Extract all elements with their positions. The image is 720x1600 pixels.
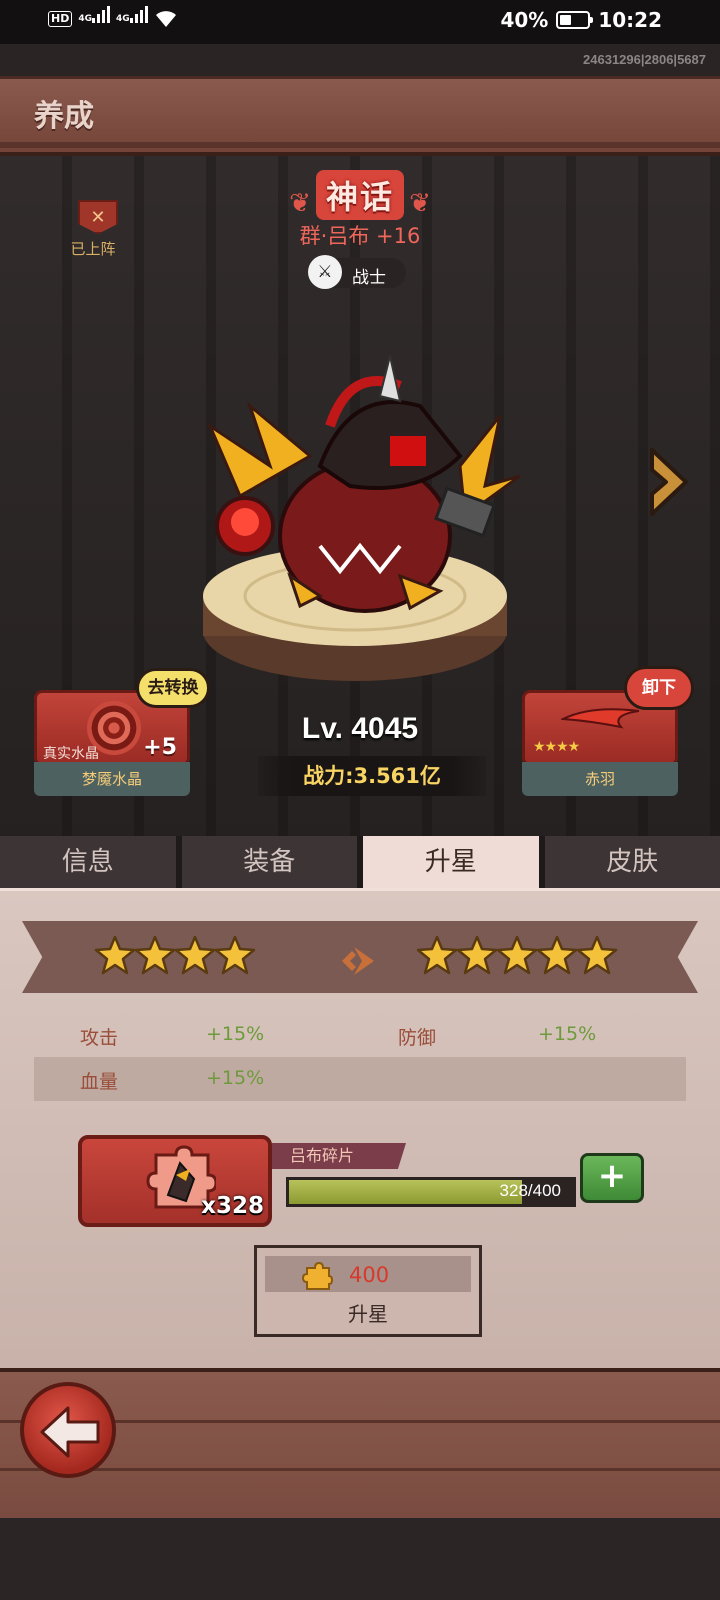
rarity-label: 神话 bbox=[315, 170, 404, 220]
battery-percent: 40% bbox=[500, 8, 549, 32]
stat-hp-label: 血量 bbox=[80, 1071, 119, 1093]
stat-row: 攻击 +15% 防御 +15% bbox=[34, 1013, 686, 1057]
hero-shard-card[interactable]: x328 bbox=[78, 1135, 272, 1227]
unequip-button[interactable]: 卸下 bbox=[624, 666, 694, 710]
hero-name: 群·吕布 +16 bbox=[299, 224, 421, 248]
hero-class-badge: ⚔ 战士 bbox=[308, 255, 406, 289]
star-up-panel: 攻击 +15% 防御 +15% 血量 +15% x328 吕布碎片 328/40… bbox=[0, 888, 720, 1368]
crystal-name: 梦魇水晶 bbox=[34, 762, 190, 796]
arrow-right-icon bbox=[342, 947, 374, 975]
stat-hp-value: +15% bbox=[206, 1067, 265, 1089]
stat-attack-value: +15% bbox=[206, 1023, 265, 1045]
status-bar: HD 4G 4G 40% 10:22 bbox=[0, 0, 720, 44]
gold-star-icon bbox=[576, 935, 618, 975]
shard-currency-icon bbox=[301, 1261, 333, 1290]
signal-bars-icon bbox=[92, 6, 110, 23]
shard-progress-fill bbox=[289, 1180, 522, 1204]
gold-star-icon bbox=[134, 935, 176, 975]
stat-row: 血量 +15% bbox=[34, 1057, 686, 1101]
tab-skin[interactable]: 皮肤 bbox=[544, 836, 720, 888]
next-stars bbox=[416, 935, 618, 975]
gold-star-icon bbox=[416, 935, 458, 975]
convert-button[interactable]: 去转换 bbox=[136, 668, 210, 708]
signal-indicator-2: 4G bbox=[116, 6, 148, 24]
rarity-banner: ❦ 神话 ❦ bbox=[0, 170, 720, 220]
star-up-cost: 400 bbox=[349, 1263, 390, 1287]
clock: 10:22 bbox=[598, 8, 662, 32]
hero-portrait[interactable] bbox=[200, 346, 530, 706]
laurel-right-icon: ❦ bbox=[409, 188, 431, 219]
stat-bonus-list: 攻击 +15% 防御 +15% 血量 +15% bbox=[34, 1013, 686, 1101]
gold-star-icon bbox=[496, 935, 538, 975]
signal-indicator-1: 4G bbox=[78, 6, 110, 24]
network-type-1: 4G bbox=[78, 14, 92, 24]
hd-badge: HD bbox=[48, 11, 73, 27]
build-id: 24631296|2806|5687 bbox=[583, 52, 706, 67]
back-arrow-icon bbox=[40, 1406, 100, 1458]
mount-name: 赤羽 bbox=[522, 762, 678, 796]
gold-star-icon bbox=[174, 935, 216, 975]
shard-progress-text: 328/400 bbox=[499, 1181, 561, 1200]
gold-star-icon bbox=[94, 935, 136, 975]
bottom-strip bbox=[0, 1518, 720, 1600]
network-indicators: HD 4G 4G bbox=[48, 6, 178, 29]
laurel-left-icon: ❦ bbox=[289, 188, 311, 219]
red-feather-icon bbox=[561, 708, 640, 729]
add-shards-button[interactable]: + bbox=[580, 1153, 644, 1203]
status-right: 40% 10:22 bbox=[500, 8, 662, 32]
page-title: 养成 bbox=[34, 99, 94, 134]
warrior-icon: ⚔ bbox=[308, 255, 342, 289]
tab-info[interactable]: 信息 bbox=[0, 836, 176, 888]
stat-defense-value: +15% bbox=[538, 1023, 597, 1045]
network-type-2: 4G bbox=[116, 14, 130, 24]
tab-bar: 信息 装备 升星 皮肤 bbox=[0, 836, 720, 888]
wifi-icon bbox=[155, 11, 176, 27]
gold-star-icon bbox=[214, 935, 256, 975]
gold-star-icon bbox=[536, 935, 578, 975]
hero-class-label: 战士 bbox=[352, 268, 386, 288]
next-hero-arrow-icon[interactable] bbox=[646, 446, 692, 518]
signal-bars-icon bbox=[129, 6, 148, 23]
combat-power: 战力:3.561亿 bbox=[258, 756, 486, 796]
crystal-sub-label: 真实水晶 bbox=[43, 746, 99, 762]
star-up-label: 升星 bbox=[348, 1302, 388, 1326]
title-bar: 养成 bbox=[0, 76, 720, 156]
shard-progress-bar: 328/400 bbox=[286, 1177, 576, 1207]
tab-star-up[interactable]: 升星 bbox=[363, 836, 539, 888]
mount-stars: ★★★★ bbox=[533, 739, 580, 755]
stat-defense-label: 防御 bbox=[398, 1027, 437, 1049]
tab-equipment[interactable]: 装备 bbox=[181, 836, 357, 888]
stat-attack-label: 攻击 bbox=[80, 1027, 119, 1049]
back-button[interactable] bbox=[20, 1382, 116, 1478]
hero-scene: ✕ 已上阵 ❦ 神话 ❦ 群·吕布 +16 ⚔ 战士 真实水晶 +5 梦魇水晶 … bbox=[0, 156, 720, 836]
battery-icon bbox=[556, 11, 594, 29]
shard-name: 吕布碎片 bbox=[272, 1143, 406, 1169]
star-up-button[interactable]: 400 升星 bbox=[254, 1245, 482, 1337]
current-stars bbox=[94, 935, 256, 975]
shard-count: x328 bbox=[201, 1193, 264, 1219]
gold-star-icon bbox=[456, 935, 498, 975]
